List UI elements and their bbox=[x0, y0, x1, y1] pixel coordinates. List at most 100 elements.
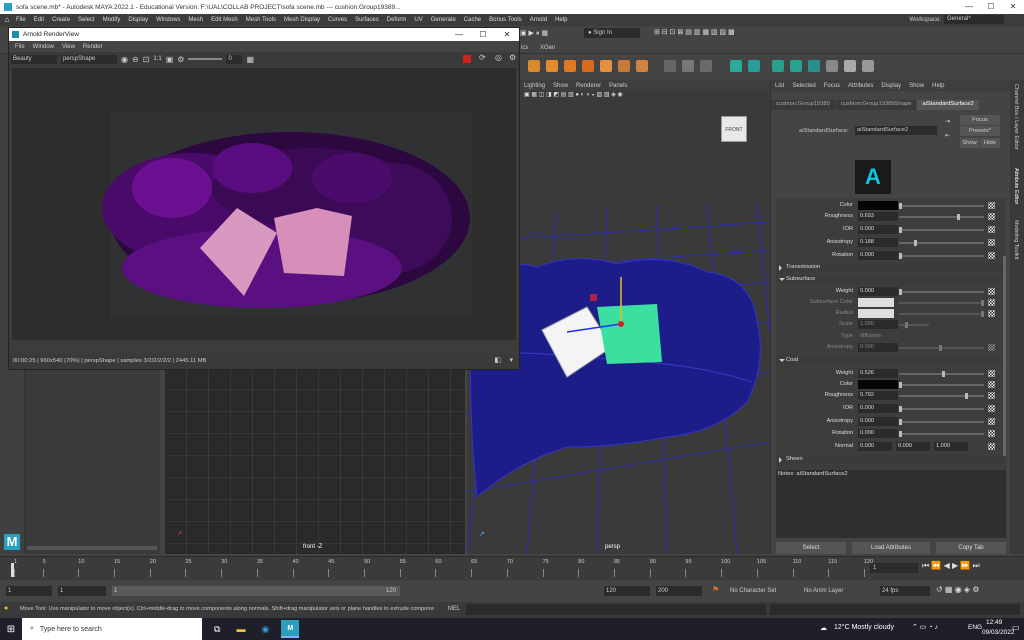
smooth-icon[interactable] bbox=[826, 60, 838, 72]
rv-settings-icon[interactable]: ⚙ bbox=[509, 53, 516, 62]
render-icon[interactable]: ◉ bbox=[121, 55, 128, 64]
subsurface-weight-knob[interactable] bbox=[899, 289, 902, 295]
outliner-scrollbar[interactable] bbox=[27, 546, 157, 550]
close-button[interactable]: ✕ bbox=[1002, 0, 1024, 14]
rv-menu-file[interactable]: File bbox=[11, 44, 29, 50]
maya-taskbar-icon[interactable]: M bbox=[281, 620, 300, 638]
tab-channel-box[interactable]: Channel Box / Layer Editor bbox=[1013, 84, 1019, 150]
vp-menu-panels[interactable]: Panels bbox=[605, 83, 631, 89]
language-indicator[interactable]: ENG bbox=[968, 624, 982, 631]
current-frame-field[interactable]: 1 bbox=[870, 563, 918, 573]
exposure-field[interactable]: 0 bbox=[226, 54, 243, 64]
gear-icon[interactable]: ⚙ bbox=[177, 55, 184, 64]
normal-y-field[interactable]: 0.000 bbox=[896, 442, 930, 451]
menu-surfaces[interactable]: Surfaces bbox=[351, 17, 383, 23]
workspace-selector[interactable]: Workspace: General* bbox=[909, 15, 1004, 24]
ortho-viewport[interactable]: front -Z ↗ bbox=[165, 368, 465, 554]
menu-generate[interactable]: Generate bbox=[427, 17, 460, 23]
subsurface-anisotropy-field[interactable]: 0.000 bbox=[858, 343, 898, 352]
menu-mesh-display[interactable]: Mesh Display bbox=[280, 17, 324, 23]
subsurface-scale-slider[interactable] bbox=[899, 324, 929, 326]
mel-label[interactable]: MEL bbox=[448, 606, 460, 612]
menu-edit[interactable]: Edit bbox=[30, 17, 48, 23]
clock-time[interactable]: 12:49 bbox=[986, 619, 1002, 626]
ae-menu-help[interactable]: Help bbox=[928, 83, 948, 89]
merge-icon[interactable] bbox=[808, 60, 820, 72]
bezier-icon[interactable] bbox=[700, 60, 712, 72]
coat-anisotropy-knob[interactable] bbox=[899, 419, 902, 425]
subsurface-anisotropy-knob[interactable] bbox=[939, 345, 942, 351]
map-button[interactable] bbox=[988, 392, 995, 399]
exposure-slider[interactable] bbox=[188, 58, 223, 60]
specular-color-swatch[interactable] bbox=[858, 201, 898, 210]
color-slider-knob[interactable] bbox=[899, 203, 902, 209]
map-button[interactable] bbox=[988, 252, 995, 259]
minimize-button[interactable]: — bbox=[958, 0, 980, 14]
tab-cushion-shape[interactable]: cushion:Group19389Shape bbox=[835, 100, 917, 110]
ipr-icon[interactable]: ◎ bbox=[495, 53, 502, 62]
coat-weight-field[interactable]: 0.526 bbox=[858, 369, 898, 378]
menu-deform[interactable]: Deform bbox=[383, 17, 411, 23]
presets-button[interactable]: Presets* bbox=[960, 126, 1000, 136]
ratio-button[interactable]: 1:1 bbox=[153, 56, 161, 62]
map-button[interactable] bbox=[988, 370, 995, 377]
bridge-icon[interactable] bbox=[772, 60, 784, 72]
append-icon[interactable] bbox=[790, 60, 802, 72]
section-subsurface[interactable]: Subsurface bbox=[776, 275, 1004, 284]
coat-anisotropy-slider[interactable] bbox=[899, 421, 984, 423]
region-icon[interactable]: ⊡ bbox=[143, 55, 150, 64]
anisotropy-slider-knob[interactable] bbox=[914, 240, 917, 246]
focus-arrow-icon[interactable]: ⇥ bbox=[945, 118, 950, 125]
ae-menu-focus[interactable]: Focus bbox=[820, 83, 844, 89]
tab-cushion-group[interactable]: cushion:Group19389 bbox=[771, 100, 835, 110]
hide-button[interactable]: Hide bbox=[980, 138, 1000, 148]
copy-tab-button[interactable]: Copy Tab bbox=[936, 542, 1006, 554]
file-explorer-icon[interactable]: ▬ bbox=[236, 624, 245, 634]
focus-button[interactable]: Focus bbox=[960, 115, 1000, 125]
triangulate-icon[interactable] bbox=[844, 60, 856, 72]
map-button[interactable] bbox=[988, 344, 995, 351]
coat-color-slider[interactable] bbox=[899, 384, 984, 386]
menu-select[interactable]: Select bbox=[74, 17, 99, 23]
sign-in-button[interactable]: ● Sign In bbox=[584, 28, 640, 38]
radius-slider[interactable] bbox=[899, 313, 984, 315]
combine-icon[interactable] bbox=[618, 60, 630, 72]
tab-attribute-editor[interactable]: Attribute Editor bbox=[1013, 168, 1019, 204]
start-icon[interactable]: ⊞ bbox=[0, 624, 22, 635]
section-coat[interactable]: Coat bbox=[776, 356, 1004, 365]
coat-weight-knob[interactable] bbox=[942, 371, 945, 377]
bevel-icon[interactable] bbox=[748, 60, 760, 72]
menu-edit-mesh[interactable]: Edit Mesh bbox=[207, 17, 242, 23]
menu-windows[interactable]: Windows bbox=[152, 17, 184, 23]
coat-roughness-slider[interactable] bbox=[899, 395, 984, 397]
menu-curves[interactable]: Curves bbox=[324, 17, 351, 23]
viewport-tool-icons[interactable]: ▣ ▦ ◫ ◨ ◩ ▤ ▥ ● ◐ ◑ ◒ ▧ ▨ ◈ ◉ bbox=[520, 92, 623, 98]
cylinder-icon[interactable] bbox=[564, 60, 576, 72]
mirror-icon[interactable] bbox=[862, 60, 874, 72]
map-button[interactable] bbox=[988, 288, 995, 295]
select-button[interactable]: Select bbox=[776, 542, 846, 554]
vp-menu-lighting[interactable]: Lighting bbox=[520, 83, 549, 89]
map-button[interactable] bbox=[988, 299, 995, 306]
separate-icon[interactable] bbox=[636, 60, 648, 72]
coat-rotation-field[interactable]: 0.000 bbox=[858, 429, 898, 438]
normal-z-field[interactable]: 1.000 bbox=[934, 442, 968, 451]
render-canvas[interactable] bbox=[12, 68, 516, 340]
fps-dropdown[interactable]: 24 fps bbox=[880, 586, 930, 596]
coat-roughness-field[interactable]: 0.792 bbox=[858, 391, 898, 400]
aov-dropdown[interactable]: Beauty bbox=[11, 54, 57, 64]
tab-aistandardsurface[interactable]: aiStandardSurface2 bbox=[917, 100, 979, 110]
camera-dropdown[interactable]: perspShape bbox=[61, 54, 117, 64]
map-button[interactable] bbox=[988, 418, 995, 425]
shelf-tab-partial[interactable]: ics bbox=[521, 45, 528, 51]
roughness-slider-knob[interactable] bbox=[957, 214, 960, 220]
coat-color-swatch[interactable] bbox=[858, 380, 898, 389]
plane-icon[interactable] bbox=[600, 60, 612, 72]
tab-modeling-toolkit[interactable]: Modeling Toolkit bbox=[1013, 220, 1019, 259]
anim-start-field[interactable]: 1 bbox=[6, 586, 52, 596]
map-button[interactable] bbox=[988, 443, 995, 450]
show-button[interactable]: Show bbox=[960, 138, 979, 148]
rv-minimize-button[interactable]: — bbox=[447, 28, 471, 41]
roughness-field[interactable]: 0.693 bbox=[858, 212, 898, 221]
map-button[interactable] bbox=[988, 213, 995, 220]
